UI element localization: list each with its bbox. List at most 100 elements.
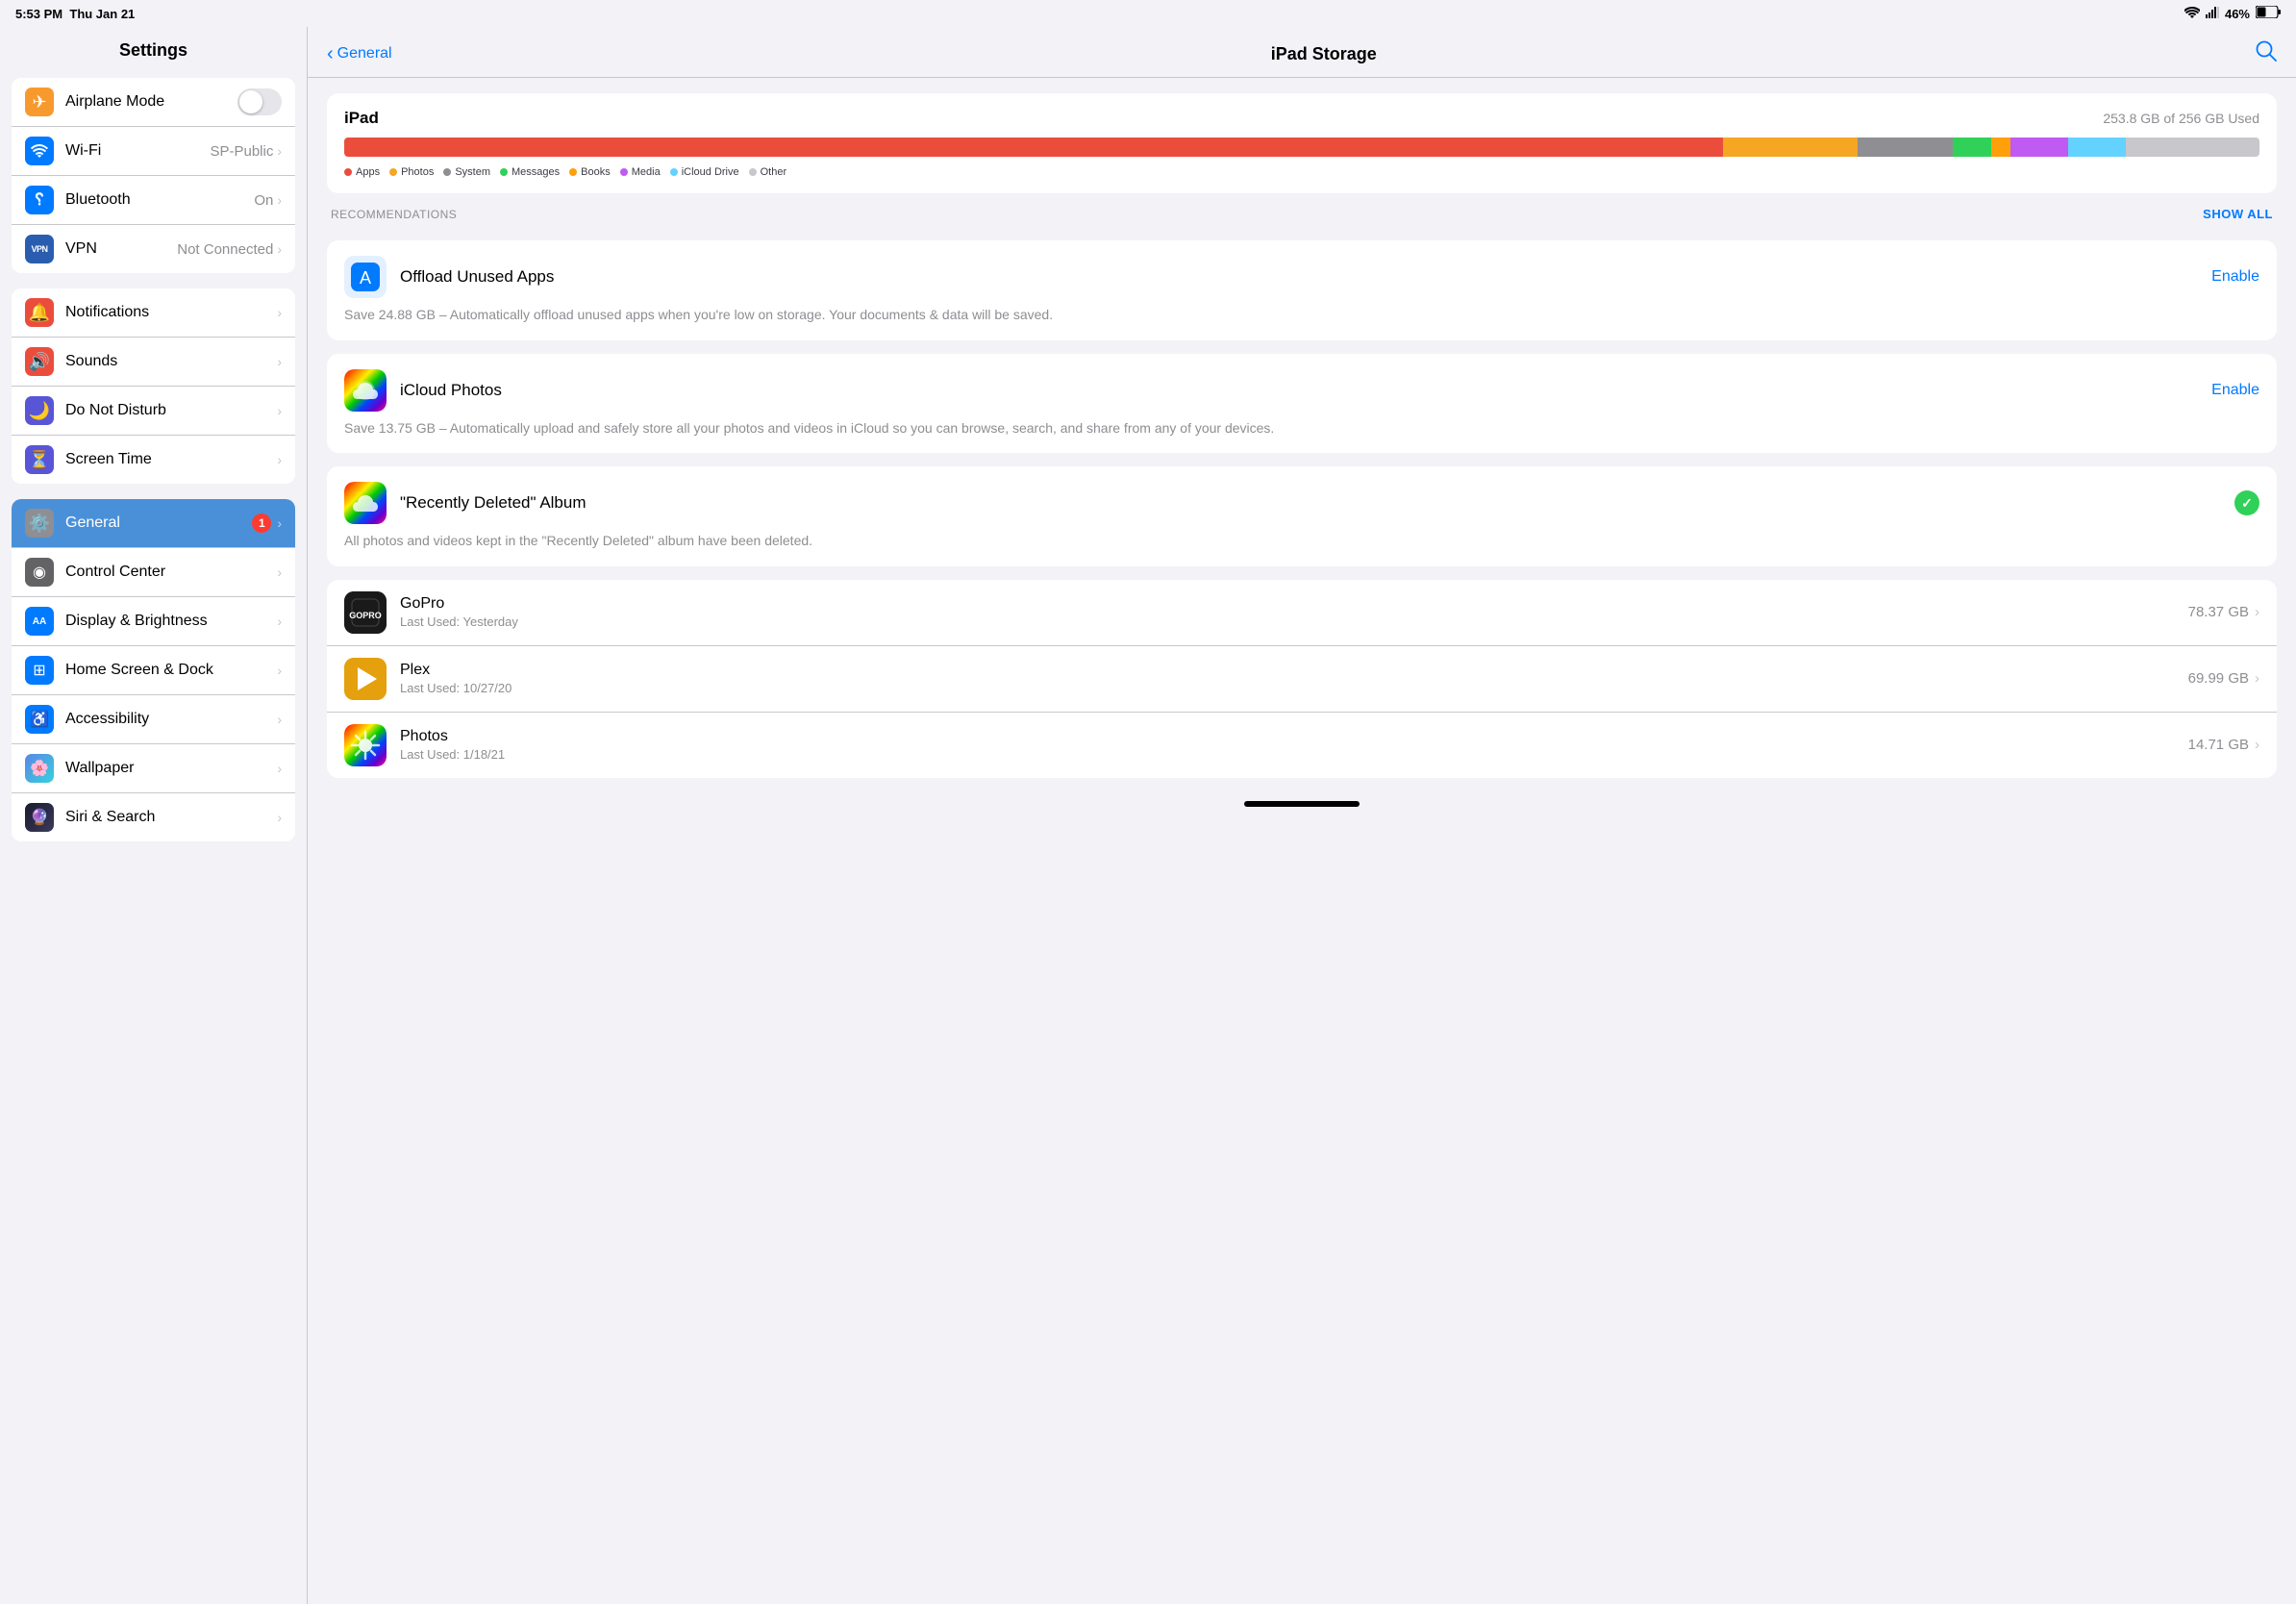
bluetooth-chevron-icon: ›	[277, 192, 282, 208]
legend-other: Other	[749, 166, 787, 178]
donotdisturb-chevron-icon: ›	[277, 403, 282, 418]
sidebar-item-vpn[interactable]: VPN VPN Not Connected ›	[12, 225, 295, 273]
wifi-value: SP-Public	[210, 143, 273, 160]
status-bar: 5:53 PM Thu Jan 21 46%	[0, 0, 2296, 27]
donotdisturb-label: Do Not Disturb	[65, 402, 277, 419]
sidebar-item-controlcenter[interactable]: ◉ Control Center ›	[12, 548, 295, 597]
legend-apps-dot	[344, 168, 352, 176]
photos-last-used: Last Used: 1/18/21	[400, 747, 2188, 762]
rec-offload-enable-button[interactable]: Enable	[2211, 268, 2259, 286]
sidebar-item-wallpaper[interactable]: 🌸 Wallpaper ›	[12, 744, 295, 793]
search-button[interactable]	[2256, 40, 2277, 67]
sidebar-item-siri[interactable]: 🔮 Siri & Search ›	[12, 793, 295, 841]
app-row-gopro[interactable]: GOPRO GoPro Last Used: Yesterday 78.37 G…	[327, 580, 2277, 646]
legend-books: Books	[569, 166, 611, 178]
settings-group-general: ⚙️ General 1 › ◉ Control Center › AA Dis…	[12, 499, 295, 841]
rec-icloud-title: iCloud Photos	[400, 381, 2211, 400]
sidebar-item-display[interactable]: AA Display & Brightness ›	[12, 597, 295, 646]
sounds-chevron-icon: ›	[277, 354, 282, 369]
vpn-icon: VPN	[25, 235, 54, 263]
plex-name: Plex	[400, 662, 2188, 679]
status-icons: 46%	[2184, 6, 2281, 21]
legend-messages: Messages	[500, 166, 560, 178]
plex-info: Plex Last Used: 10/27/20	[400, 662, 2188, 695]
show-all-button[interactable]: SHOW ALL	[2203, 207, 2273, 221]
bar-system	[1858, 138, 1954, 157]
sidebar-item-notifications[interactable]: 🔔 Notifications ›	[12, 288, 295, 338]
legend-other-label: Other	[761, 166, 787, 178]
screentime-chevron-icon: ›	[277, 452, 282, 467]
app-row-photos[interactable]: Photos Last Used: 1/18/21 14.71 GB ›	[327, 713, 2277, 778]
sidebar-item-homescreen[interactable]: ⊞ Home Screen & Dock ›	[12, 646, 295, 695]
page-title: iPad Storage	[1271, 44, 1377, 64]
sidebar-item-bluetooth[interactable]: ␦ Bluetooth On ›	[12, 176, 295, 225]
legend-media-dot	[620, 168, 628, 176]
photos-size: 14.71 GB	[2188, 737, 2249, 753]
storage-card: iPad 253.8 GB of 256 GB Used A	[327, 93, 2277, 193]
legend-photos-dot	[389, 168, 397, 176]
rec-offload-card: A Offload Unused Apps Enable Save 24.88 …	[327, 240, 2277, 340]
main-container: Settings ✈ Airplane Mode Wi-Fi SP-Public…	[0, 27, 2296, 1604]
airplane-label: Airplane Mode	[65, 93, 237, 111]
settings-title: Settings	[0, 27, 307, 70]
display-chevron-icon: ›	[277, 614, 282, 629]
app-row-plex[interactable]: Plex Last Used: 10/27/20 69.99 GB ›	[327, 646, 2277, 713]
photos-app-icon	[344, 724, 387, 766]
sidebar-item-accessibility[interactable]: ♿ Accessibility ›	[12, 695, 295, 744]
rec-icloud-enable-button[interactable]: Enable	[2211, 382, 2259, 399]
legend-other-dot	[749, 168, 757, 176]
general-chevron-icon: ›	[277, 515, 282, 531]
bar-other	[2126, 138, 2259, 157]
siri-icon: 🔮	[25, 803, 54, 832]
sidebar-item-wifi[interactable]: Wi-Fi SP-Public ›	[12, 127, 295, 176]
legend-system-dot	[443, 168, 451, 176]
rec-offload-title: Offload Unused Apps	[400, 267, 2211, 287]
rec-icloud-description: Save 13.75 GB – Automatically upload and…	[344, 419, 2259, 439]
rec-deleted-card: "Recently Deleted" Album ✓ All photos an…	[327, 466, 2277, 566]
legend-messages-dot	[500, 168, 508, 176]
controlcenter-label: Control Center	[65, 564, 277, 581]
storage-header: iPad 253.8 GB of 256 GB Used	[344, 109, 2259, 128]
rec-icloud-card: iCloud Photos Enable Save 13.75 GB – Aut…	[327, 354, 2277, 454]
vpn-label: VPN	[65, 240, 177, 258]
bluetooth-value: On	[254, 192, 273, 209]
rec-icloud-top: iCloud Photos Enable	[344, 369, 2259, 412]
rec-deleted-icon	[344, 482, 387, 524]
back-button[interactable]: ‹ General	[327, 43, 392, 65]
right-content: iPad 253.8 GB of 256 GB Used A	[308, 78, 2296, 793]
recommendations-label: Recommendations	[331, 208, 457, 221]
airplane-icon: ✈	[25, 88, 54, 116]
sidebar-item-donotdisturb[interactable]: 🌙 Do Not Disturb ›	[12, 387, 295, 436]
legend-books-label: Books	[581, 166, 611, 178]
gopro-info: GoPro Last Used: Yesterday	[400, 595, 2188, 629]
general-label: General	[65, 514, 252, 532]
notifications-chevron-icon: ›	[277, 305, 282, 320]
plex-chevron-icon: ›	[2255, 670, 2259, 687]
wifi-setting-icon	[25, 137, 54, 165]
general-icon: ⚙️	[25, 509, 54, 538]
svg-text:A: A	[360, 268, 371, 288]
airplane-toggle[interactable]	[237, 88, 282, 115]
settings-group-notifications: 🔔 Notifications › 🔊 Sounds › 🌙 Do Not Di…	[12, 288, 295, 484]
siri-label: Siri & Search	[65, 809, 277, 826]
bluetooth-icon: ␦	[25, 186, 54, 214]
notifications-icon: 🔔	[25, 298, 54, 327]
sounds-label: Sounds	[65, 353, 277, 370]
sidebar-item-general[interactable]: ⚙️ General 1 ›	[12, 499, 295, 548]
svg-text:GOPRO: GOPRO	[349, 611, 382, 620]
sidebar-item-airplane[interactable]: ✈ Airplane Mode	[12, 78, 295, 127]
photos-chevron-icon: ›	[2255, 737, 2259, 753]
plex-last-used: Last Used: 10/27/20	[400, 681, 2188, 695]
legend-photos: Photos	[389, 166, 434, 178]
wifi-icon	[2184, 7, 2200, 21]
bar-media	[2010, 138, 2068, 157]
rec-offload-icon: A	[344, 256, 387, 298]
sidebar-item-sounds[interactable]: 🔊 Sounds ›	[12, 338, 295, 387]
storage-legend: Apps Photos System Messages	[344, 166, 2259, 178]
sidebar-item-screentime[interactable]: ⏳ Screen Time ›	[12, 436, 295, 484]
legend-books-dot	[569, 168, 577, 176]
right-header: ‹ General iPad Storage	[308, 27, 2296, 78]
recommendations-section-header: Recommendations SHOW ALL	[327, 207, 2277, 227]
signal-icon	[2206, 7, 2219, 21]
accessibility-chevron-icon: ›	[277, 712, 282, 727]
